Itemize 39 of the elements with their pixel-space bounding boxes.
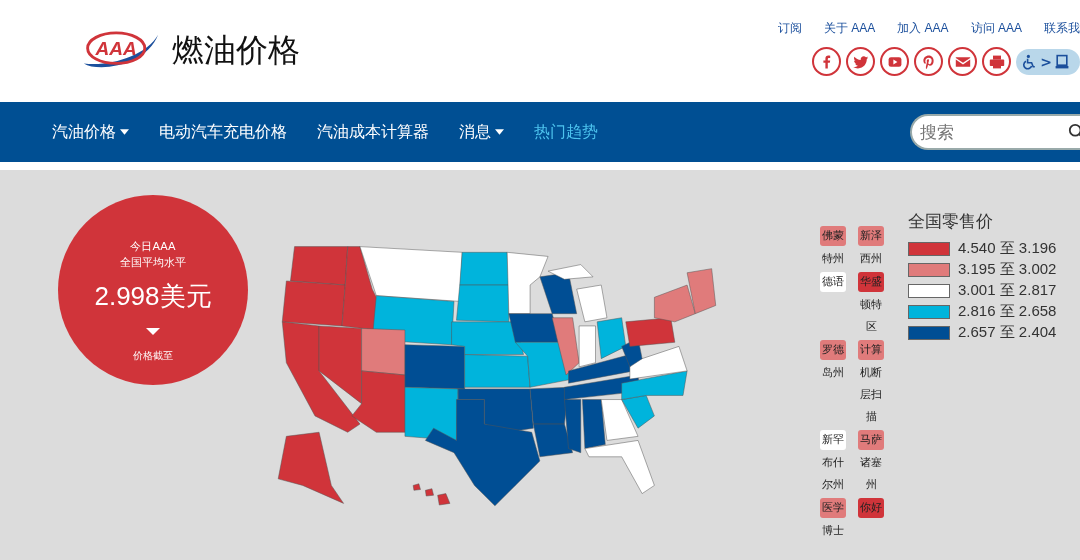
state-label: 诸塞州 xyxy=(859,455,883,493)
nav-item[interactable]: 电动汽车充电价格 xyxy=(159,121,287,143)
search-field[interactable]: 搜索 xyxy=(910,114,1080,150)
state-chip[interactable]: 计算 xyxy=(858,340,884,360)
state-chip[interactable]: 佛蒙 xyxy=(820,226,846,246)
legend-label: 3.001 至 2.817 xyxy=(958,281,1057,300)
state-label: 机断层扫描 xyxy=(859,365,883,425)
legend-title: 全国零售价 xyxy=(908,210,994,233)
badge-caption: 今日AAA xyxy=(130,239,176,255)
legend-label: 3.195 至 3.002 xyxy=(958,260,1057,279)
state-chip[interactable]: 新罕 xyxy=(820,430,846,450)
accessibility-toggle[interactable]: > xyxy=(1016,48,1080,75)
legend-label: 2.657 至 2.404 xyxy=(958,323,1057,342)
state-label: 西州 xyxy=(859,251,883,267)
state-label: 特州 xyxy=(821,251,845,267)
average-price: 2.998美元 xyxy=(94,280,212,313)
state-chip[interactable]: 罗德 xyxy=(820,340,846,360)
state-label: 岛州 xyxy=(821,365,845,381)
legend-label: 4.540 至 3.196 xyxy=(958,239,1057,258)
top-link[interactable]: 关于 AAA xyxy=(823,20,876,37)
top-link[interactable]: 联系我 xyxy=(1044,20,1080,37)
top-link[interactable]: 访问 AAA xyxy=(970,20,1022,37)
legend-label: 2.816 至 2.658 xyxy=(958,302,1057,321)
badge-footer: 价格截至 xyxy=(133,349,173,363)
site-title: 燃油价格 xyxy=(172,30,300,71)
top-link[interactable]: 加入 AAA xyxy=(897,20,949,37)
nav-item[interactable]: 消息 xyxy=(459,121,504,143)
state-chip[interactable]: 德语 xyxy=(820,272,846,292)
state-chip[interactable]: 医学 xyxy=(820,498,846,518)
badge-caption: 全国平均水平 xyxy=(120,255,186,271)
state-label: 顿特区 xyxy=(859,297,883,335)
state-label: 布什尔州 xyxy=(821,455,845,493)
state-chip[interactable]: 新泽 xyxy=(858,226,884,246)
state-label: 博士 xyxy=(821,523,845,539)
nav-item[interactable]: 汽油价格 xyxy=(52,121,129,143)
nav-item[interactable]: 热门趋势 xyxy=(534,121,598,143)
nav-item[interactable]: 汽油成本计算器 xyxy=(317,121,429,143)
top-link[interactable]: 订阅 xyxy=(777,20,802,37)
state-chip[interactable]: 马萨 xyxy=(858,430,884,450)
